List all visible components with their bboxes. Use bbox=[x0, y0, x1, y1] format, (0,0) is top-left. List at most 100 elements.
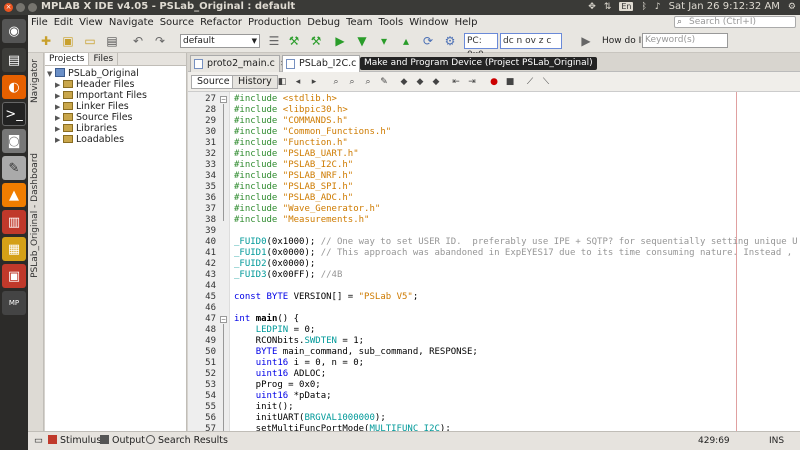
menu-debug[interactable]: Debug bbox=[304, 17, 343, 28]
shift-right-icon[interactable]: ⇥ bbox=[466, 76, 478, 88]
code-line[interactable]: #include "PSLAB_I2C.h" bbox=[230, 160, 800, 171]
code-line[interactable] bbox=[230, 226, 800, 237]
code-line[interactable]: #include <libpic30.h> bbox=[230, 105, 800, 116]
tab-proto2-main[interactable]: proto2_main.c✕ bbox=[190, 55, 287, 72]
files-icon[interactable]: ▤ bbox=[2, 48, 26, 72]
menu-source[interactable]: Source bbox=[157, 17, 197, 28]
find-selection-icon[interactable]: ⌕ bbox=[362, 76, 374, 88]
find-next-icon[interactable]: ⌕ bbox=[346, 76, 358, 88]
tab-projects[interactable]: Projects bbox=[45, 53, 90, 65]
tab-files[interactable]: Files bbox=[89, 53, 119, 65]
clean-build-icon[interactable]: ⚒ bbox=[308, 33, 324, 49]
tree-node-folder[interactable]: ▶ Important Files bbox=[45, 90, 186, 101]
new-file-icon[interactable]: ✚ bbox=[38, 33, 54, 49]
text-editor-icon[interactable]: ▥ bbox=[2, 210, 26, 234]
power-gear-icon[interactable]: ⚙ bbox=[788, 2, 796, 12]
next-bookmark-icon[interactable]: ◆ bbox=[414, 76, 426, 88]
toggle-bookmark-icon[interactable]: ◆ bbox=[430, 76, 442, 88]
code-line[interactable]: init(); bbox=[230, 402, 800, 413]
code-line[interactable]: #include "Common_Functions.h" bbox=[230, 127, 800, 138]
read-device-icon[interactable]: ▴ bbox=[398, 33, 414, 49]
code-line[interactable] bbox=[230, 303, 800, 314]
camera-icon[interactable]: ◙ bbox=[2, 129, 26, 153]
menu-window[interactable]: Window bbox=[406, 17, 451, 28]
maximize-icon[interactable]: ▭ bbox=[34, 435, 43, 447]
menu-tools[interactable]: Tools bbox=[376, 17, 407, 28]
menu-edit[interactable]: Edit bbox=[51, 17, 76, 28]
code-line[interactable]: #include "PSLAB_UART.h" bbox=[230, 149, 800, 160]
code-line[interactable]: _FUID2(0x0000); bbox=[230, 259, 800, 270]
comment-icon[interactable]: ⟋ bbox=[524, 76, 536, 88]
make-program-device-icon[interactable]: ▾ bbox=[376, 33, 392, 49]
tree-node-folder[interactable]: ▶ Header Files bbox=[45, 79, 186, 90]
menu-file[interactable]: File bbox=[28, 17, 51, 28]
code-line[interactable]: #include <stdlib.h> bbox=[230, 94, 800, 105]
fold-toggle-icon[interactable]: − bbox=[220, 96, 227, 103]
build-hammer-icon[interactable]: ⚒ bbox=[286, 33, 302, 49]
tree-node-folder[interactable]: ▶ Libraries bbox=[45, 123, 186, 134]
code-line[interactable]: #include "Measurements.h" bbox=[230, 215, 800, 226]
fold-toggle-icon[interactable]: − bbox=[220, 316, 227, 323]
uncomment-icon[interactable]: ⟍ bbox=[540, 76, 552, 88]
presentation-icon[interactable]: ▦ bbox=[2, 237, 26, 261]
tab-output[interactable]: Output bbox=[100, 435, 145, 447]
minimize-window-button[interactable] bbox=[16, 3, 25, 12]
code-line[interactable]: _FUID1(0x0000); // This approach was aba… bbox=[230, 248, 800, 259]
dropbox-icon[interactable]: ✥ bbox=[588, 2, 596, 12]
code-line[interactable]: #include "COMMANDS.h" bbox=[230, 116, 800, 127]
last-edit-icon[interactable]: ◧ bbox=[276, 76, 288, 88]
forward-icon[interactable]: ▸ bbox=[308, 76, 320, 88]
code-line[interactable]: RCONbits.SWDTEN = 1; bbox=[230, 336, 800, 347]
undo-icon[interactable]: ↶ bbox=[130, 33, 146, 49]
save-all-icon[interactable]: ▤ bbox=[104, 33, 120, 49]
code-line[interactable]: initUART(BRGVAL1000000); bbox=[230, 413, 800, 424]
software-center-icon[interactable]: ▣ bbox=[2, 264, 26, 288]
menu-view[interactable]: View bbox=[76, 17, 106, 28]
tab-stimulus[interactable]: Stimulus bbox=[48, 435, 101, 447]
terminal-icon[interactable]: >_ bbox=[2, 102, 26, 126]
maximize-window-button[interactable] bbox=[28, 3, 37, 12]
shift-left-icon[interactable]: ⇤ bbox=[450, 76, 462, 88]
toggle-highlight-icon[interactable]: ✎ bbox=[378, 76, 390, 88]
code-line[interactable]: uint16 *pData; bbox=[230, 391, 800, 402]
code-line[interactable]: LEDPIN = 0; bbox=[230, 325, 800, 336]
open-project-icon[interactable]: ▭ bbox=[82, 33, 98, 49]
code-line[interactable]: #include "PSLAB_ADC.h" bbox=[230, 193, 800, 204]
code-line[interactable]: #include "PSLAB_SPI.h" bbox=[230, 182, 800, 193]
stop-macro-icon[interactable]: ■ bbox=[504, 76, 516, 88]
code-line[interactable]: #include "Wave_Generator.h" bbox=[230, 204, 800, 215]
menu-help[interactable]: Help bbox=[452, 17, 481, 28]
code-line[interactable] bbox=[230, 281, 800, 292]
code-line[interactable]: setMultiFuncPortMode(MULTIFUNC_I2C); bbox=[230, 424, 800, 431]
code-line[interactable]: uint16 i = 0, n = 0; bbox=[230, 358, 800, 369]
code-line[interactable]: int main() { bbox=[230, 314, 800, 325]
source-view-button[interactable]: Source bbox=[191, 75, 236, 89]
code-line[interactable]: BYTE main_command, sub_command, RESPONSE… bbox=[230, 347, 800, 358]
menu-team[interactable]: Team bbox=[343, 17, 375, 28]
code-line[interactable]: uint16 ADLOC; bbox=[230, 369, 800, 380]
dashboard-nav-icon[interactable]: ▶ bbox=[578, 33, 594, 49]
back-icon[interactable]: ◂ bbox=[292, 76, 304, 88]
code-line[interactable]: _FUID3(0x00FF); //4B bbox=[230, 270, 800, 281]
menu-refactor[interactable]: Refactor bbox=[197, 17, 245, 28]
close-window-button[interactable]: × bbox=[4, 3, 13, 12]
code-editor[interactable]: #include <stdlib.h> #include <libpic30.h>… bbox=[230, 92, 800, 431]
debug-project-icon[interactable]: ▼ bbox=[354, 33, 370, 49]
language-indicator[interactable]: En bbox=[619, 2, 634, 11]
tree-node-folder[interactable]: ▶ Linker Files bbox=[45, 101, 186, 112]
code-line[interactable]: const BYTE VERSION[] = "PSLab V5"; bbox=[230, 292, 800, 303]
hold-in-reset-icon[interactable]: ⟳ bbox=[420, 33, 436, 49]
configuration-select[interactable]: default ▼ bbox=[180, 34, 260, 48]
code-line[interactable]: _FUID0(0x1000); // One way to set USER I… bbox=[230, 237, 800, 248]
history-view-button[interactable]: History bbox=[232, 75, 278, 89]
code-line[interactable]: #include "Function.h" bbox=[230, 138, 800, 149]
tree-node-project-root[interactable]: ▼ PSLab_Original bbox=[45, 68, 186, 79]
code-line[interactable]: #include "PSLAB_NRF.h" bbox=[230, 171, 800, 182]
tab-search-results[interactable]: Search Results bbox=[146, 435, 228, 447]
set-project-config-icon[interactable]: ☰ bbox=[266, 33, 282, 49]
tab-pslab-i2c[interactable]: PSLab_I2C.c bbox=[282, 55, 360, 72]
start-macro-icon[interactable]: ● bbox=[488, 76, 500, 88]
redo-icon[interactable]: ↷ bbox=[152, 33, 168, 49]
menu-navigate[interactable]: Navigate bbox=[106, 17, 157, 28]
network-icon[interactable]: ⇅ bbox=[604, 2, 612, 12]
